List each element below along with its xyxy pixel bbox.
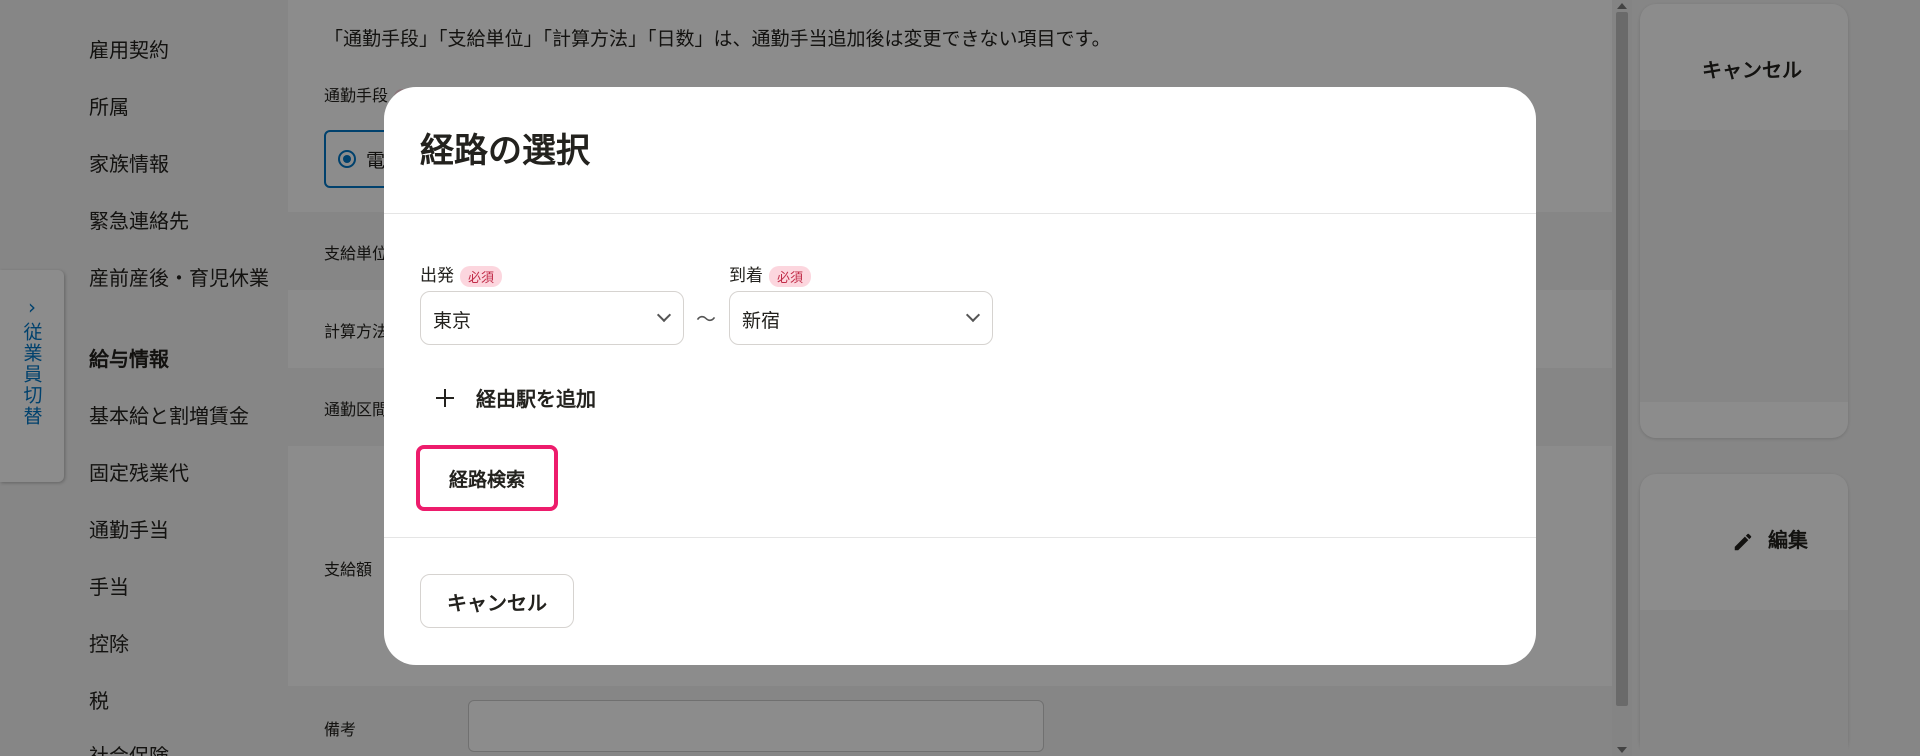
arrival-label: 到着 必須 xyxy=(729,261,812,287)
arrival-value: 新宿 xyxy=(742,310,781,332)
plus-icon xyxy=(436,388,454,407)
route-select-dialog: 経路の選択 出発 必須 東京 〜 到着 必須 新宿 経由駅を追加 経路検索 キャンセ… xyxy=(384,87,1536,665)
chevron-down-icon xyxy=(965,307,981,323)
footer-divider xyxy=(384,537,1536,538)
departure-select[interactable]: 東京 xyxy=(420,291,684,345)
required-badge: 必須 xyxy=(769,265,812,287)
required-badge: 必須 xyxy=(460,265,503,287)
departure-value: 東京 xyxy=(433,310,472,332)
route-search-button[interactable]: 経路検索 xyxy=(416,445,558,511)
header-divider xyxy=(384,213,1536,214)
arrival-select[interactable]: 新宿 xyxy=(729,291,993,345)
route-separator: 〜 xyxy=(696,307,716,331)
dialog-title: 経路の選択 xyxy=(420,131,590,171)
add-via-station-button[interactable]: 経由駅を追加 xyxy=(436,383,596,412)
departure-label: 出発 必須 xyxy=(420,261,503,287)
add-via-label: 経由駅を追加 xyxy=(476,387,596,411)
cancel-button[interactable]: キャンセル xyxy=(420,574,574,628)
chevron-down-icon xyxy=(656,307,672,323)
